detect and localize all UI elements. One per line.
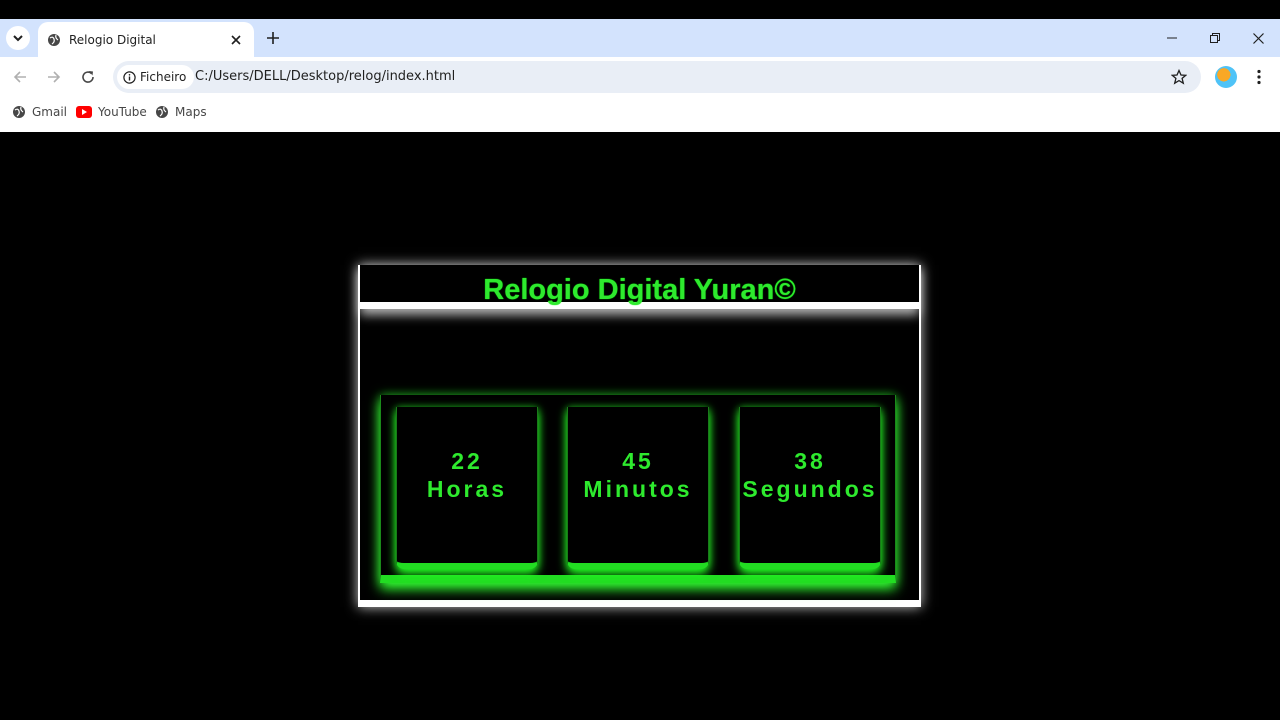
youtube-icon [76,106,92,118]
minutes-box: 45 Minutos [567,407,709,569]
back-button[interactable] [9,66,31,88]
minimize-icon [1167,37,1177,39]
close-window-button[interactable] [1247,27,1269,49]
clock-container: Relogio Digital Yuran© 22 Horas 45 Minut… [358,265,921,607]
url-text[interactable]: C:/Users/DELL/Desktop/relog/index.html [195,69,455,84]
minutes-value: 45 [622,448,654,474]
address-bar[interactable]: Ficheiro C:/Users/DELL/Desktop/relog/ind… [113,61,1201,93]
bookmark-maps[interactable]: Maps [155,105,207,119]
new-tab-button[interactable] [262,27,284,49]
bookmarks-bar: Gmail YouTube Maps [0,97,1280,132]
reload-button[interactable] [77,66,99,88]
bookmark-label: YouTube [98,105,147,119]
bookmark-gmail[interactable]: Gmail [12,105,67,119]
site-info-label: Ficheiro [140,70,187,84]
more-vertical-icon [1257,69,1261,85]
browser-menu-button[interactable] [1249,66,1269,88]
star-icon [1171,69,1187,85]
globe-icon [156,106,168,118]
bookmark-label: Gmail [32,105,68,119]
chevron-down-icon [13,35,23,42]
arrow-right-icon [48,71,61,83]
bookmark-star-button[interactable] [1169,67,1189,87]
bookmark-youtube[interactable]: YouTube [76,105,147,119]
profile-avatar[interactable] [1215,66,1237,88]
close-tab-button[interactable] [227,31,245,49]
tab-strip: Relogio Digital [0,19,1280,57]
seconds-label: Segundos [742,476,878,502]
restore-button[interactable] [1204,27,1226,49]
site-info-chip[interactable]: Ficheiro [117,65,195,89]
screen-top-bar [0,0,1280,19]
clock-header: Relogio Digital Yuran© [360,265,919,309]
bookmark-label: Maps [175,105,207,119]
seconds-value: 38 [794,448,826,474]
arrow-left-icon [13,71,26,83]
browser-toolbar: Ficheiro C:/Users/DELL/Desktop/relog/ind… [0,57,1280,97]
forward-button[interactable] [43,66,65,88]
close-icon [1252,32,1264,44]
restore-icon [1210,33,1220,43]
close-icon [231,34,241,45]
active-tab[interactable]: Relogio Digital [38,22,254,57]
clock-title: Relogio Digital Yuran© [483,274,796,306]
minutes-label: Minutos [583,476,693,502]
hours-box: 22 Horas [396,407,538,569]
minimize-button[interactable] [1161,27,1183,49]
clock-panel: 22 Horas 45 Minutos 38 Segundos [380,395,896,583]
tab-search-button[interactable] [6,26,30,50]
hours-value: 22 [451,448,483,474]
page-content: Relogio Digital Yuran© 22 Horas 45 Minut… [0,132,1280,720]
tab-title: Relogio Digital [69,32,156,47]
hours-label: Horas [426,476,508,502]
info-icon [123,70,136,84]
reload-icon [82,71,94,83]
seconds-box: 38 Segundos [739,407,881,569]
globe-icon [48,33,60,46]
globe-icon [13,106,25,118]
plus-icon [267,32,279,44]
